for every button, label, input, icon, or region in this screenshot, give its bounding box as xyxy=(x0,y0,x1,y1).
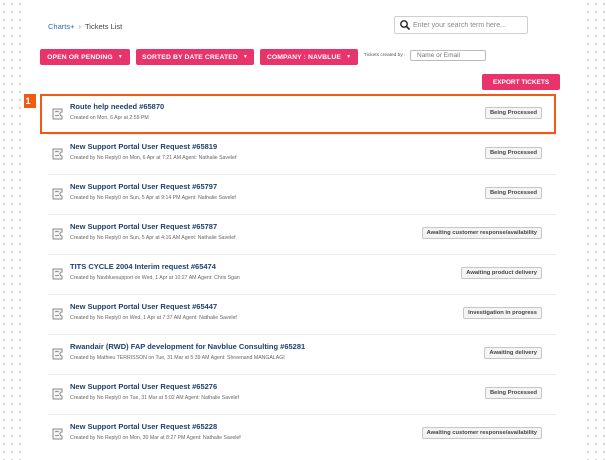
ticket-row[interactable]: New Support Portal User Request #65228 Cr… xyxy=(48,416,548,456)
ticket-status-badge: Being Processed xyxy=(484,387,542,399)
chevron-down-icon: ▼ xyxy=(117,54,123,60)
status-filter-label: OPEN OR PENDING xyxy=(47,53,113,61)
ticket-meta: Created by No Reply0 on Sun, 5 Apr at 9:… xyxy=(70,195,236,201)
ticket-row[interactable]: Route help needed #65870 Created on Mon, … xyxy=(48,96,548,136)
ticket-meta: Created by No Reply0 on Mon, 6 Apr at 7:… xyxy=(70,155,237,161)
row-divider xyxy=(48,214,556,215)
ticket-title-link[interactable]: New Support Portal User Request #65787 xyxy=(70,222,217,231)
breadcrumb-parent-link[interactable]: Charts+ xyxy=(48,22,74,31)
row-divider xyxy=(48,414,556,415)
callout-number-badge: 1 xyxy=(24,94,36,108)
row-divider xyxy=(48,294,556,295)
ticket-icon xyxy=(50,146,66,162)
ticket-title-link[interactable]: New Support Portal User Request #65447 xyxy=(70,302,217,311)
ticket-icon xyxy=(50,226,66,242)
tickets-panel: Charts+ ›Tickets List OPEN OR PENDING ▼ S… xyxy=(24,0,586,460)
ticket-row[interactable]: Rwandair (RWD) FAP development for Navbl… xyxy=(48,336,548,376)
ticket-status-badge: Being Processed xyxy=(484,107,542,119)
breadcrumb: Charts+ › Tickets List xyxy=(48,22,122,31)
ticket-meta: Created by No Reply0 on Sun, 5 Apr at 4:… xyxy=(70,235,236,241)
ticket-status-badge: Being Processed xyxy=(484,187,542,199)
row-divider xyxy=(48,174,556,175)
sort-filter-dropdown[interactable]: SORTED BY DATE CREATED ▼ xyxy=(136,49,254,65)
ticket-icon xyxy=(50,306,66,322)
status-filter-dropdown[interactable]: OPEN OR PENDING ▼ xyxy=(40,49,130,65)
export-tickets-button[interactable]: EXPORT TICKETS xyxy=(482,74,560,90)
ticket-meta: Created by Navbluesupport on Wed, 1 Apr … xyxy=(70,275,240,281)
ticket-row[interactable]: New Support Portal User Request #65787 Cr… xyxy=(48,216,548,256)
ticket-meta: Created by No Reply0 on Wed, 1 Apr at 7:… xyxy=(70,315,237,321)
ticket-status-badge: Awaiting customer response/availability xyxy=(421,427,542,439)
row-divider xyxy=(48,374,556,375)
ticket-title-link[interactable]: New Support Portal User Request #65276 xyxy=(70,382,217,391)
ticket-row[interactable]: New Support Portal User Request #65447 Cr… xyxy=(48,296,548,336)
company-filter-dropdown[interactable]: COMPANY : NAVBLUE ▼ xyxy=(260,49,358,65)
ticket-meta: Created by Mathieu TERRISSON on Tue, 31 … xyxy=(70,355,285,361)
chevron-down-icon: ▼ xyxy=(242,54,248,60)
ticket-title-link[interactable]: Rwandair (RWD) FAP development for Navbl… xyxy=(70,342,305,351)
row-divider xyxy=(48,254,556,255)
row-divider xyxy=(48,134,556,135)
breadcrumb-separator: › xyxy=(78,22,81,31)
ticket-icon xyxy=(50,386,66,402)
ticket-row[interactable]: New Support Portal User Request #65797 Cr… xyxy=(48,176,548,216)
ticket-icon xyxy=(50,266,66,282)
ticket-title-link[interactable]: New Support Portal User Request #65797 xyxy=(70,182,217,191)
ticket-status-badge: Awaiting delivery xyxy=(484,347,542,359)
tickets-created-by-input[interactable] xyxy=(410,50,486,61)
ticket-meta: Created by No Reply0 on Tue, 31 Mar at 5… xyxy=(70,395,239,401)
ticket-status-badge: Awaiting product delivery xyxy=(461,267,542,279)
ticket-title-link[interactable]: Route help needed #65870 xyxy=(70,102,164,111)
ticket-row[interactable]: New Support Portal User Request #65819 Cr… xyxy=(48,136,548,176)
search-input[interactable] xyxy=(413,21,521,29)
search-box[interactable] xyxy=(394,16,528,34)
ticket-icon xyxy=(50,346,66,362)
ticket-title-link[interactable]: New Support Portal User Request #65819 xyxy=(70,142,217,151)
ticket-row[interactable]: New Support Portal User Request #65276 Cr… xyxy=(48,376,548,416)
breadcrumb-current: Tickets List xyxy=(84,22,123,31)
ticket-title-link[interactable]: TITS CYCLE 2004 Interim request #65474 xyxy=(70,262,216,271)
tickets-created-by-label: Tickets created by : xyxy=(364,53,406,58)
ticket-icon xyxy=(50,426,66,442)
chevron-down-icon: ▼ xyxy=(346,54,352,60)
ticket-row[interactable]: TITS CYCLE 2004 Interim request #65474 Cr… xyxy=(48,256,548,296)
ticket-icon xyxy=(50,186,66,202)
ticket-status-badge: Investigation in progress xyxy=(463,307,542,319)
company-filter-label: COMPANY : NAVBLUE xyxy=(266,53,342,61)
row-divider xyxy=(48,334,556,335)
ticket-meta: Created on Mon, 6 Apr at 2:59 PM xyxy=(70,115,149,121)
sort-filter-label: SORTED BY DATE CREATED xyxy=(142,53,238,61)
ticket-icon xyxy=(50,106,66,122)
ticket-meta: Created by No Reply0 on Mon, 30 Mar at 8… xyxy=(70,435,241,441)
search-icon xyxy=(400,20,411,31)
ticket-status-badge: Awaiting customer response/availability xyxy=(421,227,542,239)
ticket-status-badge: Being Processed xyxy=(484,147,542,159)
ticket-title-link[interactable]: New Support Portal User Request #65228 xyxy=(70,422,217,431)
